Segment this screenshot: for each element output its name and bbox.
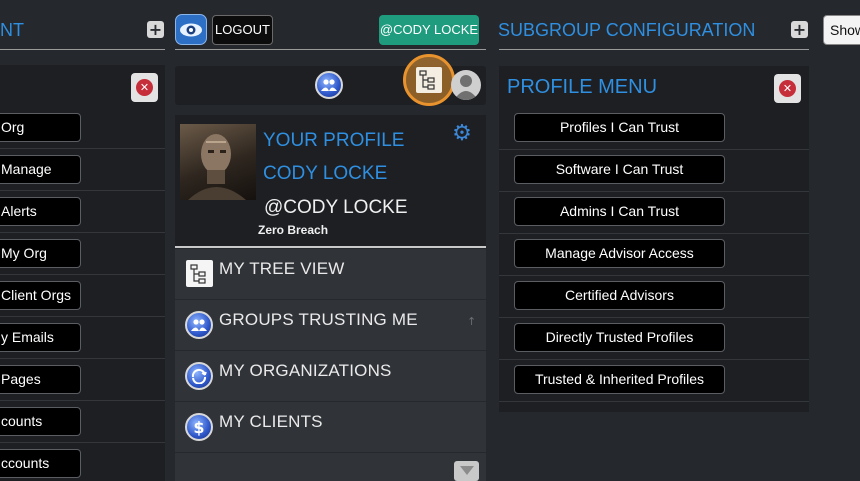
right-divider bbox=[499, 49, 809, 50]
profile-menu-panel: PROFILE MENU ✕ Profiles I Can Trust Soft… bbox=[499, 66, 809, 412]
profile-title: YOUR PROFILE bbox=[263, 130, 405, 151]
menu-item-label: MY ORGANIZATIONS bbox=[219, 361, 392, 380]
chevron-down-icon bbox=[459, 466, 474, 475]
logout-button[interactable]: LOGOUT bbox=[212, 15, 273, 45]
menu-item-my-clients[interactable]: $ MY CLIENTS bbox=[175, 402, 486, 453]
left-menu-button[interactable]: Org bbox=[0, 113, 81, 142]
left-menu-button[interactable]: ccounts bbox=[0, 449, 81, 478]
profile-handle: @CODY LOCKE bbox=[264, 197, 408, 218]
organizations-icon bbox=[185, 362, 213, 390]
groups-icon bbox=[185, 311, 213, 339]
profile-menu-button[interactable]: Profiles I Can Trust bbox=[514, 113, 725, 142]
profile-card: YOUR PROFILE CODY LOCKE @CODY LOCKE Zero… bbox=[175, 115, 486, 248]
menu-item-groups-trusting-me[interactable]: GROUPS TRUSTING ME ↑ bbox=[175, 300, 486, 351]
left-menu-button[interactable]: counts bbox=[0, 407, 81, 436]
close-icon: ✕ bbox=[779, 80, 796, 97]
left-menu-button[interactable]: My Org bbox=[0, 239, 81, 268]
avatar-toolbar-icon[interactable] bbox=[451, 70, 481, 100]
left-menu-button[interactable]: Pages bbox=[0, 365, 81, 394]
left-menu-button[interactable]: Alerts bbox=[0, 197, 81, 226]
user-handle-button[interactable]: @CODY LOCKE bbox=[379, 15, 479, 45]
profile-menu-button[interactable]: Manage Advisor Access bbox=[514, 239, 725, 268]
left-menu-button[interactable]: y Emails bbox=[0, 323, 81, 352]
menu-item-label: MY CLIENTS bbox=[219, 412, 323, 431]
menu-item-label: GROUPS TRUSTING ME bbox=[219, 310, 418, 329]
profile-avatar[interactable] bbox=[180, 124, 256, 200]
sort-arrow-icon: ↑ bbox=[467, 315, 477, 328]
left-divider bbox=[0, 49, 165, 50]
profile-menu-close-button[interactable]: ✕ bbox=[774, 74, 801, 103]
tree-view-icon bbox=[416, 67, 442, 93]
tree-view-icon bbox=[186, 260, 213, 287]
left-menu-button[interactable]: Manage bbox=[0, 155, 81, 184]
left-close-button[interactable]: ✕ bbox=[131, 73, 158, 102]
middle-divider bbox=[175, 49, 486, 50]
profile-menu-list: MY TREE VIEW GROUPS TRUSTING ME ↑ MY ORG… bbox=[175, 249, 486, 481]
app-logo[interactable] bbox=[175, 14, 207, 45]
profile-name: CODY LOCKE bbox=[263, 163, 388, 184]
left-menu-button[interactable]: Client Orgs bbox=[0, 281, 81, 310]
left-add-button[interactable]: + bbox=[147, 21, 164, 38]
icon-toolbar bbox=[175, 54, 486, 106]
dollar-icon: $ bbox=[185, 413, 213, 441]
profile-menu-button[interactable]: Trusted & Inherited Profiles bbox=[514, 365, 725, 394]
show-button[interactable]: Show bbox=[823, 15, 860, 45]
eye-logo-icon bbox=[180, 23, 202, 36]
tree-view-toolbar-button[interactable] bbox=[403, 54, 455, 106]
profile-menu-button[interactable]: Software I Can Trust bbox=[514, 155, 725, 184]
left-panel: ✕ Org Manage Alerts My Org Client Orgs y… bbox=[0, 65, 165, 481]
subgroup-add-button[interactable]: + bbox=[791, 21, 808, 38]
scroll-down-button[interactable] bbox=[454, 461, 479, 481]
menu-item-label: MY TREE VIEW bbox=[219, 259, 345, 278]
close-icon: ✕ bbox=[136, 79, 153, 96]
subgroup-config-title: SUBGROUP CONFIGURATION bbox=[498, 20, 756, 40]
profile-menu-button[interactable]: Certified Advisors bbox=[514, 281, 725, 310]
profile-menu-title: PROFILE MENU bbox=[507, 76, 658, 98]
profile-settings-gear-icon[interactable]: ⚙ bbox=[451, 123, 473, 145]
groups-toolbar-icon[interactable] bbox=[315, 71, 343, 99]
left-panel-title: NT bbox=[0, 20, 24, 40]
profile-menu-button[interactable]: Admins I Can Trust bbox=[514, 197, 725, 226]
profile-menu-button[interactable]: Directly Trusted Profiles bbox=[514, 323, 725, 352]
menu-item-tree-view[interactable]: MY TREE VIEW bbox=[175, 249, 486, 300]
menu-item-my-organizations[interactable]: MY ORGANIZATIONS bbox=[175, 351, 486, 402]
profile-org: Zero Breach bbox=[258, 223, 329, 237]
